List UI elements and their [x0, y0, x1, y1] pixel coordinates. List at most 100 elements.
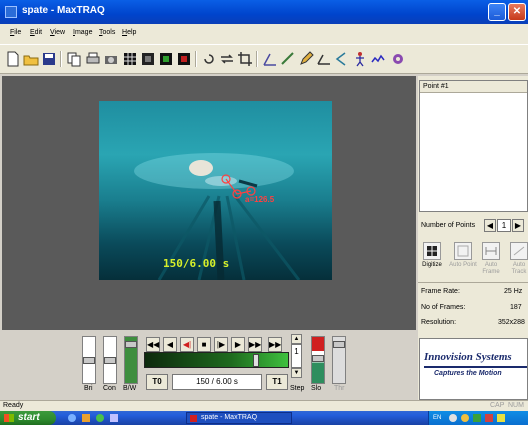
stop-button[interactable]: ■: [197, 337, 211, 352]
auto-point-label: Auto Point: [449, 262, 477, 268]
film-red-icon[interactable]: [175, 50, 193, 68]
num-indicator: NUM: [508, 402, 524, 409]
step-up-button[interactable]: ▲: [291, 334, 302, 344]
menu-image[interactable]: Image: [73, 29, 92, 36]
windows-logo-icon: [4, 414, 14, 422]
play-button[interactable]: |▶: [214, 337, 228, 352]
bw-slider[interactable]: [124, 336, 138, 384]
menu-view[interactable]: View: [50, 29, 65, 36]
toolbar: [0, 44, 528, 74]
tray-icon[interactable]: [473, 414, 481, 422]
crop-icon[interactable]: [236, 50, 254, 68]
video-viewport[interactable]: a=126.5 150/6.00 s: [2, 76, 416, 330]
system-tray: EN: [428, 411, 528, 425]
first-frame-button[interactable]: ◀◀: [146, 337, 160, 352]
tray-icon[interactable]: [485, 414, 493, 422]
stick-figure-icon[interactable]: [351, 50, 369, 68]
film-dark-icon[interactable]: [139, 50, 157, 68]
bw-label: B/W: [123, 385, 137, 392]
window-title: spate - MaxTRAQ: [22, 5, 105, 16]
num-points-increment[interactable]: ▶: [512, 219, 524, 232]
contrast-slider[interactable]: [103, 336, 117, 384]
app-icon: [190, 415, 197, 422]
print-icon[interactable]: [84, 50, 102, 68]
frame-rate-value: 25 Hz: [504, 288, 523, 295]
minimize-button[interactable]: _: [488, 3, 506, 21]
ruler-icon[interactable]: [279, 50, 297, 68]
tray-icon[interactable]: [497, 414, 505, 422]
start-label: start: [18, 412, 40, 423]
bri-label: Bri: [84, 385, 93, 392]
camera-icon[interactable]: [102, 50, 120, 68]
menu-help[interactable]: Help: [122, 29, 136, 36]
taskbar: start spate - MaxTRAQ EN: [0, 411, 528, 425]
frame-rate-label: Frame Rate:: [421, 288, 460, 295]
quicklaunch-icon[interactable]: [110, 414, 118, 422]
copy-icon[interactable]: [65, 50, 83, 68]
step-value[interactable]: 1: [291, 344, 302, 368]
language-indicator[interactable]: EN: [433, 415, 441, 421]
digitize-button[interactable]: [423, 242, 441, 260]
t1-button[interactable]: T1: [266, 374, 288, 390]
t0-button[interactable]: T0: [146, 374, 168, 390]
pencil-icon[interactable]: [297, 50, 315, 68]
toolbar-separator: [60, 51, 62, 67]
settings-icon[interactable]: [389, 50, 407, 68]
open-folder-icon[interactable]: [22, 50, 40, 68]
slo-slider[interactable]: [311, 336, 325, 384]
save-icon[interactable]: [40, 50, 58, 68]
next-frame-button[interactable]: ▶: [231, 337, 245, 352]
num-points-label: Number of Points: [421, 222, 476, 229]
playback-controls: Bri Con B/W ◀◀ ◀ ◀| ■ |▶ ▶ ▶▶ ▶▶ T0 150 …: [0, 330, 418, 400]
measure-icon[interactable]: [315, 50, 333, 68]
brightness-slider[interactable]: [82, 336, 96, 384]
quicklaunch-icon[interactable]: [96, 414, 104, 422]
auto-frame-button[interactable]: [482, 242, 500, 260]
point-list[interactable]: Point #1: [419, 80, 528, 212]
prev-frame-button[interactable]: ◀: [163, 337, 177, 352]
timeline-slider[interactable]: [144, 352, 289, 368]
quicklaunch-icon[interactable]: [68, 414, 76, 422]
company-logo: Innovision Systems Captures the Motion: [419, 338, 528, 400]
logo-tagline: Captures the Motion: [434, 370, 502, 377]
close-button[interactable]: ✕: [508, 3, 526, 21]
auto-point-button[interactable]: [454, 242, 472, 260]
angle-annotation: a=126.5: [245, 195, 275, 204]
status-text: Ready: [3, 402, 24, 409]
auto-track-button[interactable]: [510, 242, 528, 260]
rotate-icon[interactable]: [200, 50, 218, 68]
taskbar-item-maxtraq[interactable]: spate - MaxTRAQ: [186, 412, 292, 424]
graph-icon[interactable]: [369, 50, 387, 68]
swap-icon[interactable]: [218, 50, 236, 68]
play-reverse-button[interactable]: ◀|: [180, 337, 194, 352]
new-file-icon[interactable]: [4, 50, 22, 68]
angle-measure-icon[interactable]: [333, 50, 351, 68]
menu-bar: File Edit View Image Tools Help: [0, 24, 528, 44]
quicklaunch-icon[interactable]: [82, 414, 90, 422]
step-down-button[interactable]: ▼: [291, 368, 302, 378]
angle-icon[interactable]: [261, 50, 279, 68]
title-bar[interactable]: spate - MaxTRAQ _ ✕: [0, 0, 528, 24]
tray-icon[interactable]: [449, 414, 457, 422]
start-button[interactable]: start: [0, 411, 56, 425]
num-points-decrement[interactable]: ◀: [484, 219, 496, 232]
fast-forward-button[interactable]: ▶▶: [268, 337, 282, 352]
caps-indicator: CAP: [490, 402, 505, 409]
toolbar-separator: [195, 51, 197, 67]
pool-scene: [134, 153, 301, 280]
slo-label: Slo: [311, 385, 322, 392]
video-frame[interactable]: a=126.5 150/6.00 s: [99, 101, 332, 280]
num-points-value[interactable]: 1: [497, 219, 511, 232]
timeline-thumb[interactable]: [253, 354, 259, 367]
thr-label: Thr: [334, 385, 345, 392]
menu-file[interactable]: File: [10, 29, 21, 36]
menu-edit[interactable]: Edit: [30, 29, 42, 36]
grid-icon[interactable]: [121, 50, 139, 68]
tray-icon[interactable]: [461, 414, 469, 422]
last-frame-button[interactable]: ▶▶: [248, 337, 262, 352]
auto-frame-label: Auto Frame: [482, 262, 500, 275]
frame-counter-overlay: 150/6.00 s: [163, 257, 230, 270]
menu-tools[interactable]: Tools: [99, 29, 115, 36]
threshold-slider[interactable]: [332, 336, 346, 384]
film-green-icon[interactable]: [157, 50, 175, 68]
